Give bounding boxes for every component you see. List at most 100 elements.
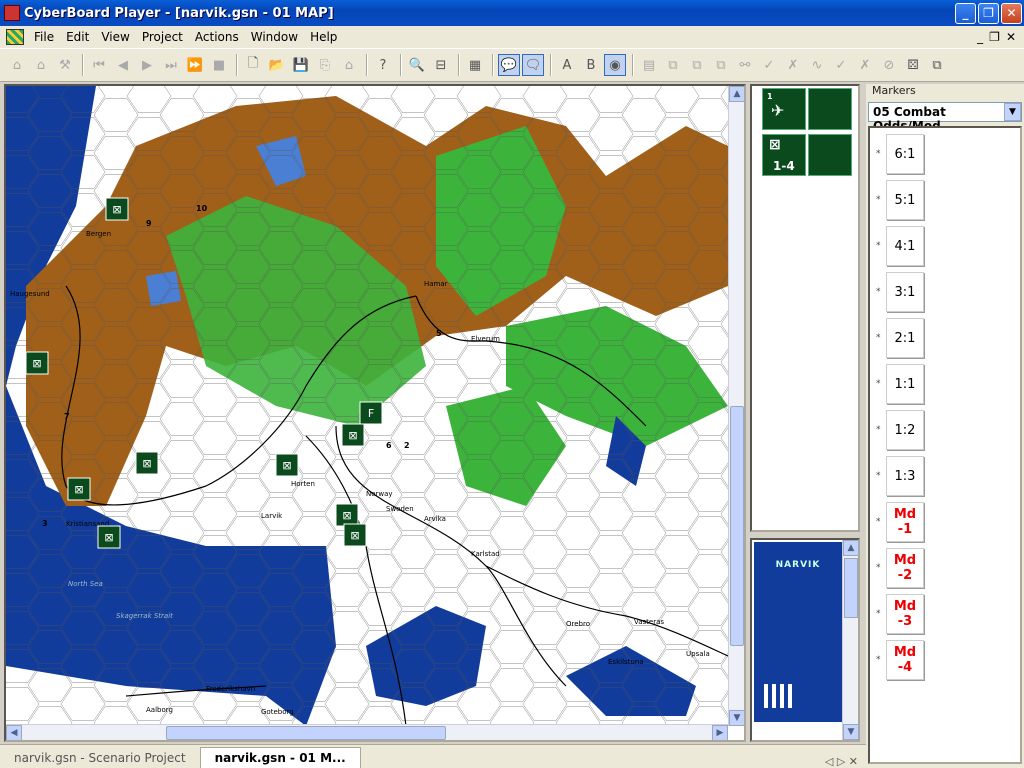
unit-counter[interactable]: ⊠: [343, 523, 367, 547]
combat-odds-marker[interactable]: 1:3: [886, 456, 924, 496]
infantry-counter[interactable]: ⊠ 1-4: [762, 134, 806, 176]
tab-map[interactable]: narvik.gsn - 01 M...: [199, 747, 361, 768]
scroll-down-arrow[interactable]: ▼: [843, 724, 859, 740]
menu-help[interactable]: Help: [304, 30, 343, 44]
marker-item[interactable]: * 1:2: [876, 408, 1024, 452]
link-remove-icon[interactable]: ✗: [782, 54, 804, 76]
doc-close-button[interactable]: ✕: [1006, 30, 1016, 44]
wave-check-icon[interactable]: ✓: [830, 54, 852, 76]
marker-item[interactable]: * 3:1: [876, 270, 1024, 314]
combat-odds-marker[interactable]: 3:1: [886, 272, 924, 312]
menu-window[interactable]: Window: [245, 30, 304, 44]
unit-counter[interactable]: ⊠: [275, 453, 299, 477]
grid-icon[interactable]: ▦: [464, 54, 486, 76]
copy-icon[interactable]: ⎘: [314, 54, 336, 76]
stack-icon[interactable]: ▤: [638, 54, 660, 76]
wave-icon[interactable]: ∿: [806, 54, 828, 76]
scroll-down-arrow[interactable]: ▼: [729, 710, 744, 726]
combat-odds-marker[interactable]: Md -1: [886, 502, 924, 542]
unit-counter[interactable]: ⊠: [25, 351, 49, 375]
prev-move-icon[interactable]: ◀: [112, 54, 134, 76]
map-view[interactable]: Bergen Haugesund Hamar Elverum North Sea Skag…: [4, 84, 746, 742]
scroll-left-arrow[interactable]: ◀: [6, 725, 22, 740]
eye-off-icon[interactable]: ⊘: [878, 54, 900, 76]
stop-icon[interactable]: ■: [208, 54, 230, 76]
combat-odds-marker[interactable]: 1:2: [886, 410, 924, 450]
text-a-icon[interactable]: A: [556, 54, 578, 76]
save-icon[interactable]: 💾: [290, 54, 312, 76]
combat-odds-marker[interactable]: 4:1: [886, 226, 924, 266]
last-move-icon[interactable]: ⏭: [160, 54, 182, 76]
home-icon[interactable]: ⌂: [6, 54, 28, 76]
zoom-out-icon[interactable]: ⊟: [430, 54, 452, 76]
eye-icon[interactable]: ◉: [604, 54, 626, 76]
chevron-down-icon[interactable]: ▼: [1004, 103, 1021, 121]
menu-actions[interactable]: Actions: [189, 30, 245, 44]
empty-counter[interactable]: [808, 88, 852, 130]
layers-icon[interactable]: ⧉: [662, 54, 684, 76]
marker-item[interactable]: * 5:1: [876, 178, 1024, 222]
map-horizontal-scrollbar[interactable]: ◀ ▶: [6, 724, 728, 740]
unit-tray[interactable]: 1 ✈ ⊠ 1-4: [750, 84, 860, 532]
fast-forward-icon[interactable]: ⏩: [184, 54, 206, 76]
tray-scrollbar[interactable]: ▲ ▼: [842, 540, 859, 740]
menu-file[interactable]: File: [28, 30, 60, 44]
marker-item[interactable]: * Md -2: [876, 546, 1024, 590]
marker-list[interactable]: * 6:1 * 5:1 * 4:1 * 3:1 * 2:1 * 1:1 * 1:2 * 1:3 * Md -1 * M…: [868, 126, 1022, 764]
empty-counter[interactable]: [808, 134, 852, 176]
layers-remove-icon[interactable]: ⧉: [710, 54, 732, 76]
scroll-thumb[interactable]: [166, 726, 446, 740]
speech-bubble-icon[interactable]: 💬: [498, 54, 520, 76]
restore-button[interactable]: ❐: [978, 2, 999, 24]
menu-edit[interactable]: Edit: [60, 30, 95, 44]
scroll-thumb[interactable]: [844, 558, 858, 618]
first-move-icon[interactable]: ⏮: [88, 54, 110, 76]
marker-item[interactable]: * Md -1: [876, 500, 1024, 544]
doc-minimize-button[interactable]: _: [977, 30, 983, 44]
speech-bubble-alt-icon[interactable]: 🗨: [522, 54, 544, 76]
scenario-card[interactable]: NARVIK: [754, 542, 842, 722]
combat-odds-marker[interactable]: Md -4: [886, 640, 924, 680]
paste-icon[interactable]: ⌂: [338, 54, 360, 76]
marker-item[interactable]: * Md -3: [876, 592, 1024, 636]
tab-scenario-project[interactable]: narvik.gsn - Scenario Project: [0, 748, 200, 768]
scenario-tray[interactable]: NARVIK ▲ ▼: [750, 538, 860, 742]
combat-odds-marker[interactable]: 1:1: [886, 364, 924, 404]
unit-counter[interactable]: F: [359, 401, 383, 425]
combat-odds-marker[interactable]: 5:1: [886, 180, 924, 220]
marker-group-select[interactable]: 05 Combat Odds/Mod ▼: [868, 102, 1022, 133]
unit-counter[interactable]: ⊠: [97, 525, 121, 549]
link-icon[interactable]: ⚯: [734, 54, 756, 76]
tab-nav[interactable]: ◁ ▷ ✕: [825, 755, 858, 768]
unit-counter[interactable]: ⊠: [135, 451, 159, 475]
unit-counter[interactable]: ⊠: [105, 197, 129, 221]
doc-restore-button[interactable]: ❐: [989, 30, 1000, 44]
unit-counter[interactable]: ⊠: [335, 503, 359, 527]
help-pointer-icon[interactable]: ?: [372, 54, 394, 76]
dice-icon[interactable]: ⚄: [902, 54, 924, 76]
aircraft-counter[interactable]: 1 ✈: [762, 88, 806, 130]
marker-item[interactable]: * 4:1: [876, 224, 1024, 268]
combat-odds-marker[interactable]: Md -3: [886, 594, 924, 634]
scroll-thumb[interactable]: [730, 406, 744, 646]
menu-project[interactable]: Project: [136, 30, 189, 44]
title-bar[interactable]: CyberBoard Player - [narvik.gsn - 01 MAP…: [0, 0, 1024, 26]
marker-item[interactable]: * 1:1: [876, 362, 1024, 406]
wave-remove-icon[interactable]: ✗: [854, 54, 876, 76]
hex-map[interactable]: Bergen Haugesund Hamar Elverum North Sea Skag…: [6, 86, 728, 726]
unit-counter[interactable]: ⊠: [67, 477, 91, 501]
marker-item[interactable]: * 1:3: [876, 454, 1024, 498]
home-edit-icon[interactable]: ⌂: [30, 54, 52, 76]
open-folder-icon[interactable]: 📂: [266, 54, 288, 76]
tools-icon[interactable]: ⚒: [54, 54, 76, 76]
unit-counter[interactable]: ⊠: [341, 423, 365, 447]
scroll-right-arrow[interactable]: ▶: [712, 725, 728, 740]
document-icon[interactable]: [6, 29, 24, 45]
zoom-icon[interactable]: 🔍: [406, 54, 428, 76]
close-button[interactable]: ✕: [1001, 2, 1022, 24]
combat-odds-marker[interactable]: Md -2: [886, 548, 924, 588]
menu-view[interactable]: View: [95, 30, 135, 44]
combat-odds-marker[interactable]: 6:1: [886, 134, 924, 174]
marker-item[interactable]: * Md -4: [876, 638, 1024, 682]
scroll-up-arrow[interactable]: ▲: [843, 540, 859, 556]
